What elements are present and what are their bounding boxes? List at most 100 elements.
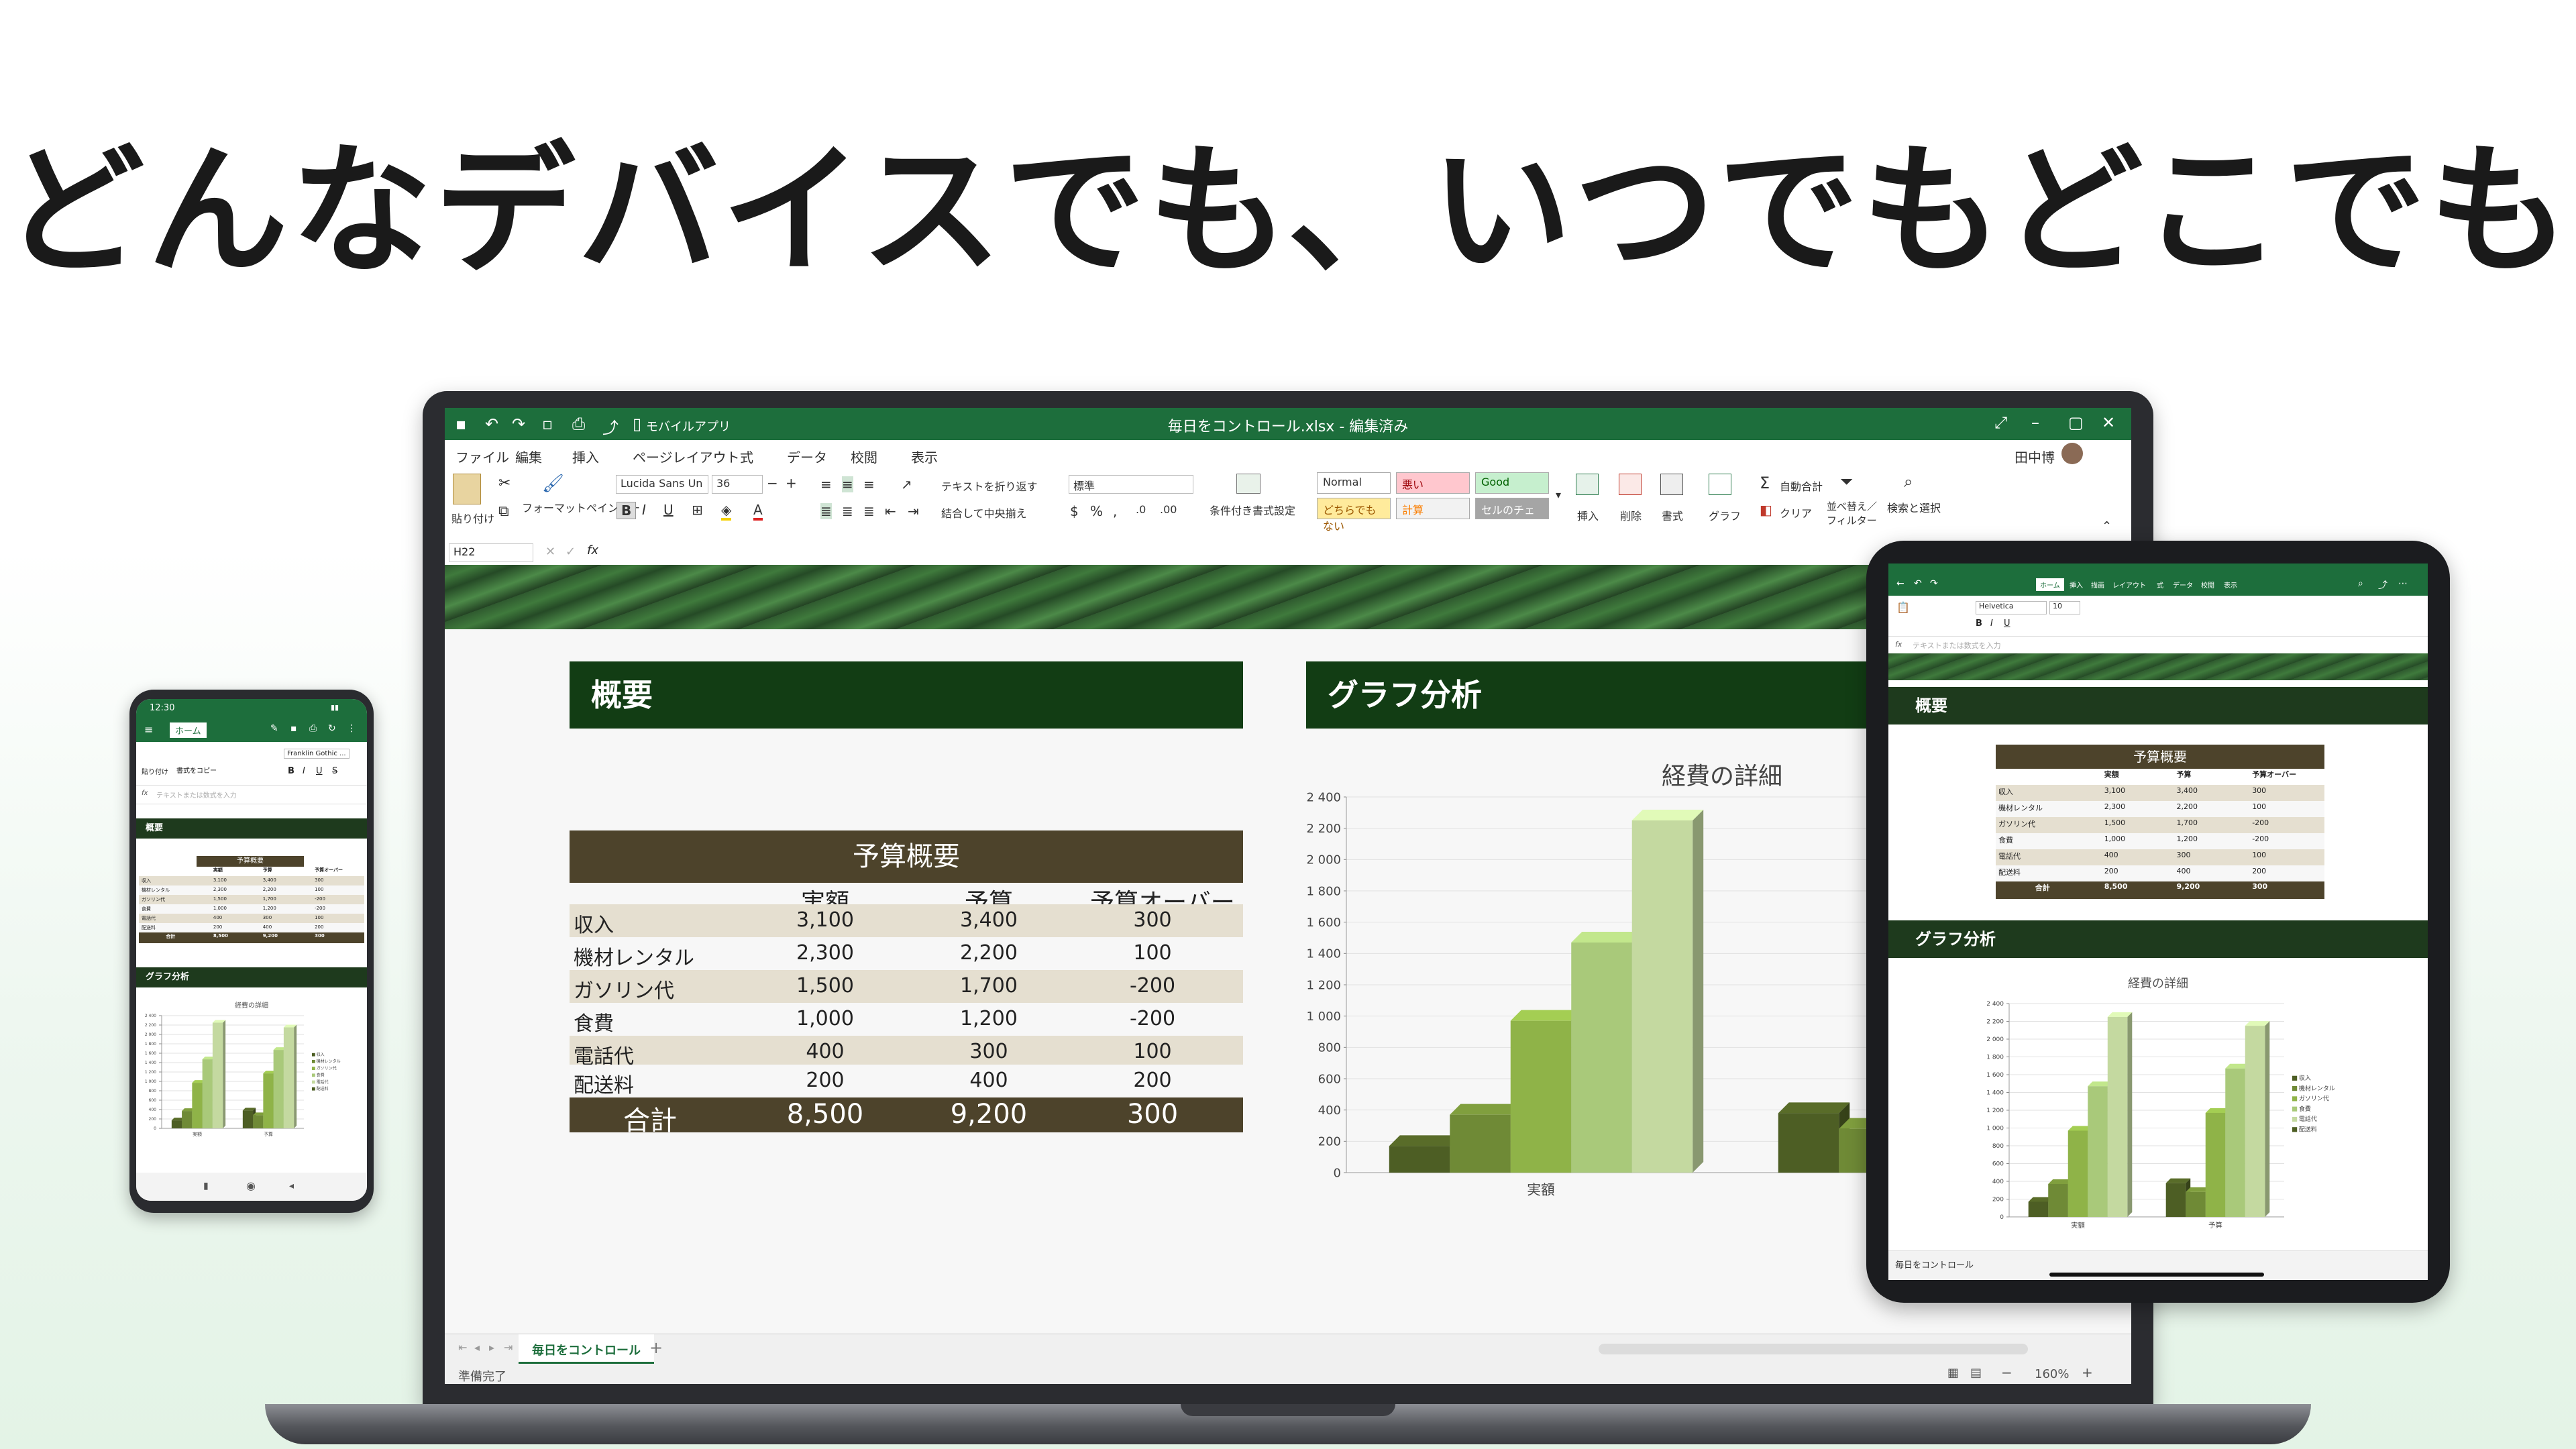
paste-icon[interactable] [453, 474, 481, 504]
italic-button[interactable]: I [642, 502, 646, 518]
chart-icon[interactable] [1709, 474, 1731, 495]
tablet-expense-chart[interactable]: 0 200 400 600 800 1 000 1 200 1 400 1 600 1 800 2 … [1982, 993, 2358, 1241]
phone-edit-icon[interactable]: ✎ [270, 723, 278, 734]
table-row[interactable]: 収入 3,100 3,400 300 [570, 904, 1243, 937]
fullscreen-icon[interactable]: ⤢ [1994, 413, 2007, 432]
tablet-bold-button[interactable]: B [1976, 619, 1982, 629]
menu-view[interactable]: 表示 [911, 447, 938, 466]
align-top-icon[interactable]: ≡ [820, 476, 832, 492]
format-cells-icon[interactable] [1660, 474, 1683, 495]
clear-button[interactable]: クリア [1780, 504, 1812, 521]
number-format-select[interactable]: 標準 [1069, 475, 1193, 494]
menu-data[interactable]: データ [787, 447, 827, 466]
phone-redo-icon[interactable]: ↻ [328, 723, 336, 734]
phone-back-icon[interactable]: ◂ [289, 1181, 294, 1191]
next-sheet-icon[interactable]: ▸ [489, 1341, 494, 1354]
copy-icon[interactable]: ⧉ [498, 503, 509, 520]
style-bad[interactable]: 悪い [1396, 472, 1470, 494]
fill-color-icon[interactable]: ◈ [721, 502, 732, 521]
menu-insert[interactable]: 挿入 [572, 447, 599, 466]
tablet-tab-formula[interactable]: 式 [2157, 580, 2163, 590]
collapse-ribbon-icon[interactable]: ⌃ [2102, 519, 2112, 533]
confirm-entry-icon[interactable]: ✓ [566, 545, 576, 559]
table-row[interactable]: 配送料 200 400 200 [570, 1065, 1243, 1097]
tablet-formula-bar[interactable]: fx テキストまたは数式を入力 [1888, 636, 2428, 654]
orientation-icon[interactable]: ↗ [901, 476, 912, 492]
style-check[interactable]: セルのチェック [1475, 498, 1549, 533]
phone-menu-icon[interactable]: ≡ [144, 723, 153, 736]
close-button[interactable]: ✕ [2102, 413, 2115, 432]
delete-label[interactable]: 削除 [1620, 507, 1642, 523]
table-total-row[interactable]: 合計 8,500 9,200 300 [570, 1097, 1243, 1136]
page-layout-view-icon[interactable]: ▤ [1970, 1366, 1982, 1380]
underline-button[interactable]: U [663, 502, 674, 518]
phone-italic-button[interactable]: I [303, 766, 305, 776]
tablet-font-select[interactable]: Helvetica [1976, 601, 2047, 614]
chart-label[interactable]: グラフ [1709, 507, 1741, 523]
currency-icon[interactable]: $ [1070, 503, 1079, 519]
decrease-font-icon[interactable]: − [767, 475, 778, 491]
tablet-paste-icon[interactable]: 📋 [1896, 601, 1910, 614]
align-bottom-icon[interactable]: ≡ [863, 476, 875, 492]
phone-print-icon[interactable]: ⎙ [309, 723, 317, 734]
align-middle-icon[interactable]: ≡ [842, 476, 853, 492]
horizontal-scrollbar[interactable] [1599, 1344, 2028, 1354]
tablet-redo-icon[interactable]: ↷ [1930, 578, 1938, 589]
eraser-icon[interactable]: ◧ [1760, 502, 1772, 518]
phone-bold-button[interactable]: B [288, 766, 294, 776]
phone-tab-select[interactable]: ホーム [170, 722, 207, 738]
tablet-font-size-select[interactable]: 10 [2049, 601, 2080, 614]
sort-filter-label[interactable]: 並べ替え／フィルター [1827, 499, 1880, 527]
tablet-tab-layout[interactable]: レイアウト [2112, 580, 2146, 590]
wrap-text-button[interactable]: テキストを折り返す [941, 478, 1038, 494]
tablet-tab-insert[interactable]: 挿入 [2070, 580, 2083, 590]
format-label[interactable]: 書式 [1662, 507, 1683, 523]
comma-icon[interactable]: , [1113, 503, 1117, 519]
tablet-search-icon[interactable]: ⌕ [2358, 578, 2363, 589]
phone-font-select[interactable]: Franklin Gothic ... [284, 749, 350, 759]
align-left-icon[interactable]: ≣ [820, 503, 832, 519]
sigma-icon[interactable]: Σ [1760, 474, 1770, 492]
merge-center-button[interactable]: 結合して中央揃え [941, 504, 1027, 521]
cancel-entry-icon[interactable]: ✕ [545, 545, 555, 559]
tablet-undo-icon[interactable]: ↶ [1914, 578, 1922, 589]
tablet-tab-view[interactable]: 表示 [2224, 580, 2237, 590]
increase-decimal-icon[interactable]: .0 [1136, 503, 1146, 516]
table-row[interactable]: 電話代 400 300 100 [570, 1036, 1243, 1069]
percent-icon[interactable]: % [1090, 503, 1103, 519]
align-right-icon[interactable]: ≣ [863, 503, 875, 519]
tablet-more-icon[interactable]: ⋯ [2398, 578, 2408, 589]
outdent-icon[interactable]: ⇥ [908, 503, 919, 519]
phone-strike-button[interactable]: S [332, 766, 337, 776]
style-neutral[interactable]: どちらでもない [1317, 498, 1391, 533]
tablet-italic-button[interactable]: I [1990, 619, 1993, 629]
cut-icon[interactable]: ✂ [498, 475, 511, 492]
tablet-tab-review[interactable]: 校閲 [2201, 580, 2214, 590]
insert-cells-icon[interactable] [1576, 474, 1599, 495]
tablet-tab-draw[interactable]: 描画 [2091, 580, 2104, 590]
zoom-in-icon[interactable]: + [2082, 1364, 2093, 1381]
find-icon[interactable]: ⌕ [1904, 472, 1913, 491]
last-sheet-icon[interactable]: ⇥ [504, 1341, 513, 1354]
avatar[interactable] [2061, 443, 2083, 464]
normal-view-icon[interactable]: ▦ [1947, 1366, 1959, 1380]
filter-icon[interactable]: ⏷ [1840, 472, 1853, 491]
conditional-format-icon[interactable] [1236, 474, 1260, 494]
styles-more-icon[interactable]: ▾ [1556, 488, 1561, 501]
table-row[interactable]: 食費 1,000 1,200 -200 [570, 1003, 1243, 1036]
brush-icon[interactable]: 🖌 [542, 474, 564, 494]
tablet-underline-button[interactable]: U [2004, 619, 2010, 629]
tablet-formula-input[interactable]: テキストまたは数式を入力 [1913, 640, 2001, 651]
style-calc[interactable]: 計算 [1396, 498, 1470, 519]
prev-sheet-icon[interactable]: ◂ [474, 1341, 480, 1354]
delete-cells-icon[interactable] [1619, 474, 1642, 495]
menu-formulas[interactable]: 式 [740, 447, 753, 466]
phone-paste-label[interactable]: 貼り付け [142, 766, 168, 776]
increase-font-icon[interactable]: + [786, 475, 797, 491]
menu-file[interactable]: ファイル [455, 447, 509, 466]
menu-page-layout[interactable]: ページレイアウト [633, 447, 740, 466]
conditional-format-label[interactable]: 条件付き書式設定 [1210, 502, 1303, 518]
fx-label[interactable]: fx [587, 543, 598, 557]
tablet-tab-home[interactable]: ホーム [2036, 578, 2064, 591]
font-size-select[interactable]: 36 [712, 475, 763, 494]
